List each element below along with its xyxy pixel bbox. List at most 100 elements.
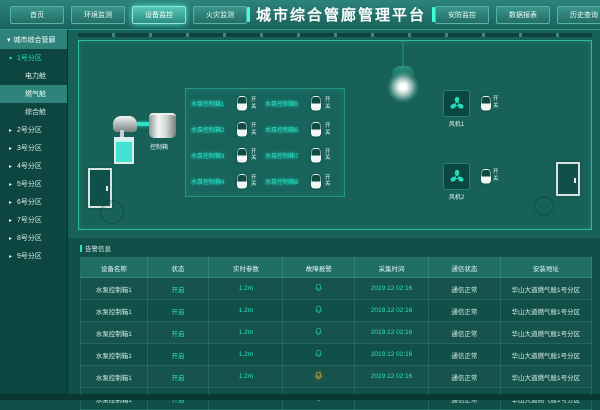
sidebar-item-label: 1号分区 — [17, 53, 42, 63]
sidebar-item-5号分区[interactable]: ▸ 5号分区 — [0, 175, 67, 193]
column-header-状态: 状态 — [147, 258, 209, 278]
sidebar-item-label: 4号分区 — [17, 161, 42, 171]
nav-left: 首页 环境监测 设备监控 火灾监测 — [10, 6, 247, 24]
cell-param: 1.2m — [209, 278, 283, 300]
pump-onoff-labels: 开 关 — [251, 123, 257, 136]
fan2-label: 风机2 — [443, 192, 470, 201]
fan1-icon-box — [443, 90, 470, 117]
cell-address: 华山大道燃气舱1号分区 — [500, 366, 591, 388]
pump-label: 水泵控制箱6 — [265, 125, 307, 134]
tree-caret-icon: ▾ — [9, 55, 17, 62]
nav-home-button[interactable]: 首页 — [10, 6, 64, 24]
fan2-onoff-labels: 开 关 — [493, 169, 499, 182]
app-root: 首页 环境监测 设备监控 火灾监测 城市综合管廊管理平台 安防监控 数据报表 历… — [0, 0, 600, 400]
alarm-section-title: 告警信息 — [80, 242, 592, 254]
pump-onoff-labels: 开 关 — [325, 123, 331, 136]
column-header-通信状态: 通信状态 — [429, 258, 501, 278]
control-box-cylinder-icon — [149, 113, 176, 138]
fan-unit-1: 开 关 风机1 — [443, 90, 515, 130]
cell-time: 2019.12 02:16 — [355, 366, 429, 388]
cell-time: 2019.12 02:16 — [355, 322, 429, 344]
sidebar-item-2号分区[interactable]: ▸ 2号分区 — [0, 121, 67, 139]
pump-toggle[interactable] — [311, 174, 321, 189]
pump-onoff-labels: 开 关 — [325, 175, 331, 188]
fan2-toggle[interactable] — [481, 169, 491, 184]
sidebar-item-label: 7号分区 — [17, 215, 42, 225]
sidebar-item-7号分区[interactable]: ▸ 7号分区 — [0, 211, 67, 229]
sidebar-root-node[interactable]: ▾ 城市综合管廊 — [0, 30, 67, 49]
tree-caret-icon: ▸ — [9, 217, 17, 224]
cell-time: 2019.12 02:16 — [355, 278, 429, 300]
tree-caret-icon: ▸ — [9, 235, 17, 242]
sidebar-item-综合舱[interactable]: 综合舱 — [0, 103, 67, 121]
pump-onoff-labels: 开 关 — [251, 97, 257, 110]
cell-param: 1.2m — [209, 366, 283, 388]
bottom-strip — [0, 394, 600, 400]
pump-toggle[interactable] — [311, 122, 321, 137]
pump-switch-水泵控制箱8: 水泵控制箱8 开 关 — [265, 174, 339, 189]
water-tank-icon — [114, 137, 134, 164]
caret-down-icon: ▾ — [7, 36, 11, 44]
pump-toggle[interactable] — [237, 148, 247, 163]
sidebar-item-6号分区[interactable]: ▸ 6号分区 — [0, 193, 67, 211]
manhole-right-icon — [534, 196, 554, 216]
cell-alarm — [283, 278, 355, 300]
tree-caret-icon: ▸ — [9, 163, 17, 170]
pump-switch-水泵控制箱6: 水泵控制箱6 开 关 — [265, 122, 339, 137]
nav-fire-button[interactable]: 火灾监测 — [193, 6, 247, 24]
cell-status: 开启 — [147, 366, 209, 388]
section-title-bar-icon — [80, 245, 82, 252]
pump-label: 水泵控制箱5 — [265, 99, 307, 108]
fan-icon — [448, 95, 466, 113]
fan1-toggle[interactable] — [481, 96, 491, 111]
alarm-table-row: 水泵控制箱1开启1.2m 2019.12 02:16通信正常华山大道燃气舱1号分… — [81, 278, 592, 300]
cell-device: 水泵控制箱1 — [81, 366, 148, 388]
pump-label: 水泵控制箱8 — [265, 177, 307, 186]
sidebar-item-1号分区[interactable]: ▾ 1号分区 — [0, 49, 67, 67]
sidebar-item-9号分区[interactable]: ▸ 9号分区 — [0, 247, 67, 265]
pump-switch-panel: 水泵控制箱1 开 关 水泵控制箱2 开 关 水泵控制箱3 开 关 水泵控制箱4 … — [185, 88, 345, 197]
pump-toggle[interactable] — [237, 122, 247, 137]
water-pump-icon — [113, 116, 137, 132]
nav-report-button[interactable]: 数据报表 — [496, 6, 550, 24]
cell-comm: 通信正常 — [429, 366, 501, 388]
nav-security-button[interactable]: 安防监控 — [435, 6, 489, 24]
cell-comm: 通信正常 — [429, 322, 501, 344]
sidebar-item-3号分区[interactable]: ▸ 3号分区 — [0, 139, 67, 157]
alarm-table-row: 水泵控制箱1开启1.2m 2019.12 02:16通信正常华山大道燃气舱1号分… — [81, 300, 592, 322]
tree-caret-icon: ▸ — [9, 181, 17, 188]
sidebar-item-label: 综合舱 — [25, 107, 46, 117]
pump-toggle[interactable] — [237, 174, 247, 189]
nav-equipment-button[interactable]: 设备监控 — [132, 6, 186, 24]
pump-label: 水泵控制箱2 — [191, 125, 233, 134]
tree-caret-icon: ▸ — [9, 145, 17, 152]
cell-device: 水泵控制箱1 — [81, 300, 148, 322]
tree-caret-icon: ▸ — [9, 199, 17, 206]
alarm-table: 设备名称状态实时参数故障报警采集时间通信状态安装地址 水泵控制箱1开启1.2m … — [80, 257, 592, 410]
sidebar-item-电力舱[interactable]: 电力舱 — [0, 67, 67, 85]
title-decor-bar-left — [247, 7, 250, 22]
tree-caret-icon: ▸ — [9, 127, 17, 134]
pump-toggle[interactable] — [237, 96, 247, 111]
fan2-icon-box — [443, 163, 470, 190]
lamp-cord — [402, 41, 404, 67]
pump-toggle[interactable] — [311, 96, 321, 111]
manhole-left-icon — [100, 200, 124, 224]
alarm-table-row: 水泵控制箱1开启1.2m 2019.12 02:16通信正常华山大道燃气舱1号分… — [81, 322, 592, 344]
nav-environment-button[interactable]: 环境监测 — [71, 6, 125, 24]
pump-switch-水泵控制箱1: 水泵控制箱1 开 关 — [191, 96, 265, 111]
pump-toggle[interactable] — [311, 148, 321, 163]
sidebar-item-4号分区[interactable]: ▸ 4号分区 — [0, 157, 67, 175]
column-header-设备名称: 设备名称 — [81, 258, 148, 278]
sidebar-item-8号分区[interactable]: ▸ 8号分区 — [0, 229, 67, 247]
sidebar-item-label: 9号分区 — [17, 251, 42, 261]
alarm-bell-icon — [314, 283, 323, 292]
pump-label: 水泵控制箱4 — [191, 177, 233, 186]
tree-caret-icon: ▸ — [9, 253, 17, 260]
nav-history-button[interactable]: 历史查询 — [557, 6, 600, 24]
sidebar-item-label: 3号分区 — [17, 143, 42, 153]
sidebar-item-label: 6号分区 — [17, 197, 42, 207]
pump-onoff-labels: 开 关 — [325, 149, 331, 162]
sidebar-item-燃气舱[interactable]: 燃气舱 — [0, 85, 67, 103]
pump-switch-水泵控制箱5: 水泵控制箱5 开 关 — [265, 96, 339, 111]
